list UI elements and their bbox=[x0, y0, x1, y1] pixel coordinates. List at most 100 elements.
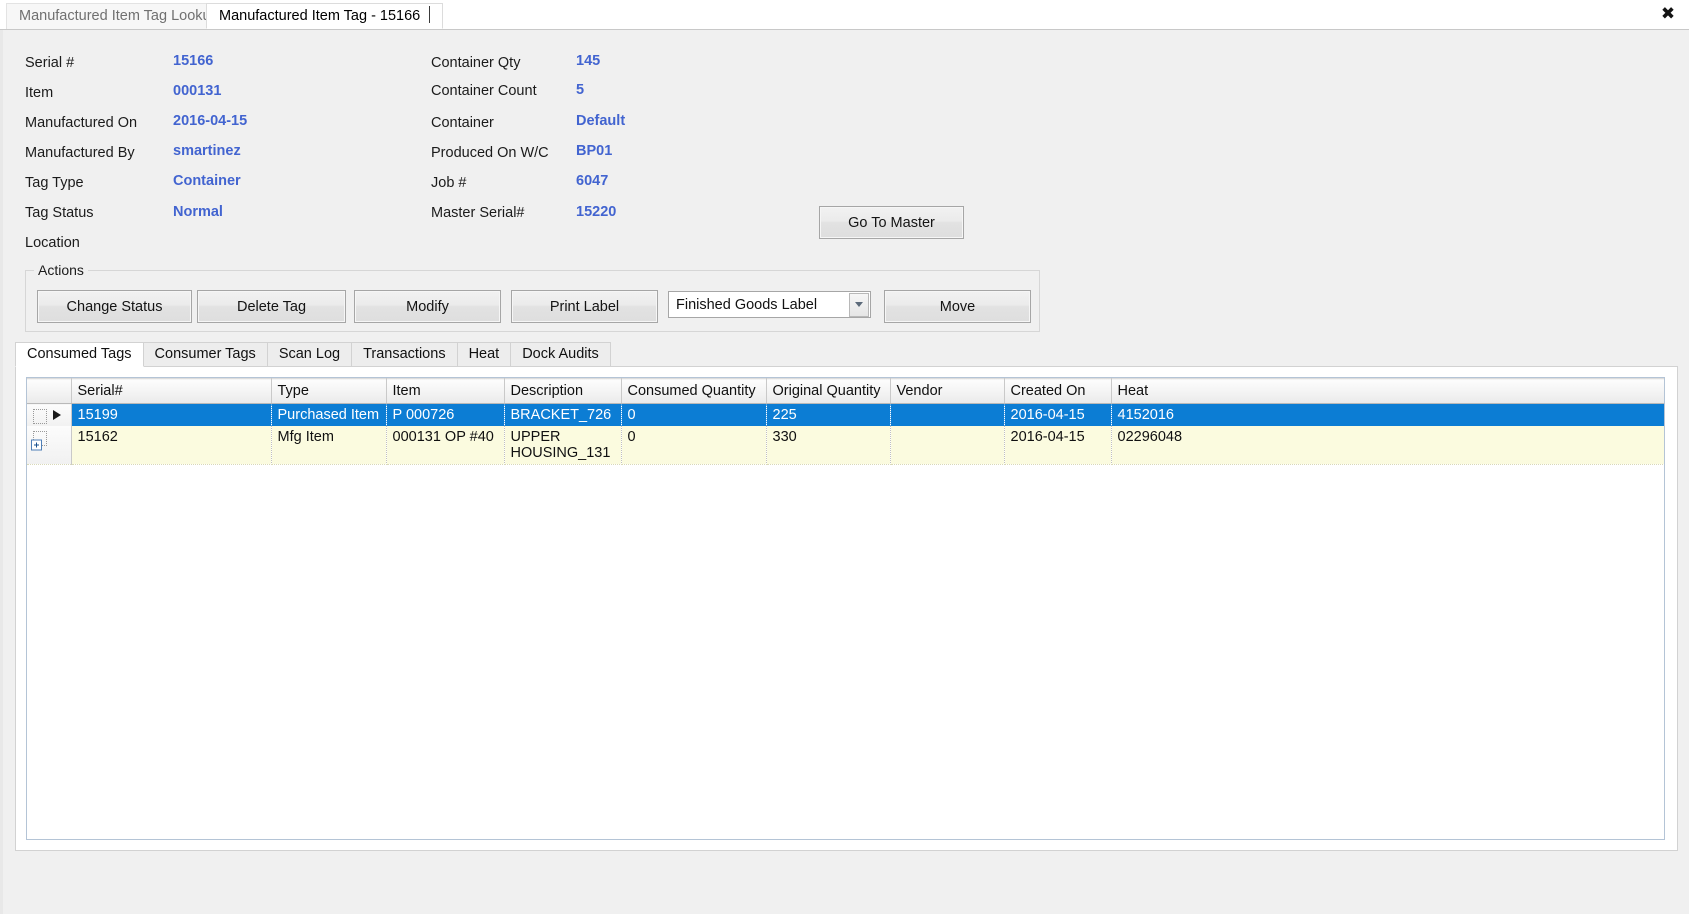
value-container: Default bbox=[576, 113, 626, 129]
row-gutter[interactable] bbox=[27, 403, 72, 426]
tab-transactions-label: Transactions bbox=[363, 346, 446, 362]
document-tab-lookup-label: Manufactured Item Tag Lookup bbox=[19, 8, 219, 24]
value-manufactured-by: smartinez bbox=[173, 143, 241, 159]
tab-dock-audits-label: Dock Audits bbox=[522, 346, 599, 362]
column-header-consumed[interactable]: Consumed Quantity bbox=[621, 378, 767, 404]
document-tabbar: Manufactured Item Tag Lookup Manufacture… bbox=[0, 0, 1689, 30]
label-item: Item bbox=[25, 85, 54, 101]
cell-heat[interactable]: 4152016 bbox=[1111, 403, 1664, 426]
cell-serial[interactable]: 15162 bbox=[71, 426, 272, 465]
document-tab-lookup[interactable]: Manufactured Item Tag Lookup bbox=[6, 3, 232, 29]
label-serial: Serial # bbox=[25, 55, 75, 71]
consumed-tags-grid[interactable]: Serial# Type Item Description Consumed Quant… bbox=[26, 377, 1665, 840]
cell-created[interactable]: 2016-04-15 bbox=[1004, 426, 1112, 465]
table-header-row: Serial# Type Item Description Consumed Quant… bbox=[27, 378, 1664, 404]
detail-tabcontrol: Consumed Tags Consumer Tags Scan Log Tra… bbox=[15, 342, 1678, 852]
delete-tag-button[interactable]: Delete Tag bbox=[197, 290, 346, 323]
print-label-button[interactable]: Print Label bbox=[511, 290, 658, 323]
value-item: 000131 bbox=[173, 83, 222, 99]
value-serial: 15166 bbox=[173, 53, 214, 69]
value-tag-type: Container bbox=[173, 173, 241, 189]
document-tab-item-tag-label: Manufactured Item Tag - 15166 bbox=[219, 8, 421, 24]
modify-button[interactable]: Modify bbox=[354, 290, 501, 323]
value-produced-on-wc: BP01 bbox=[576, 143, 613, 159]
column-header-heat[interactable]: Heat bbox=[1111, 378, 1664, 404]
label-manufactured-on: Manufactured On bbox=[25, 115, 138, 131]
tab-transactions[interactable]: Transactions bbox=[351, 342, 458, 367]
value-container-qty: 145 bbox=[576, 53, 601, 69]
tab-dock-audits[interactable]: Dock Audits bbox=[510, 342, 611, 367]
label-container: Container bbox=[431, 115, 494, 131]
table-row[interactable]: 15199 Purchased Item P 000726 BRACKET_726 0 2… bbox=[27, 403, 1664, 426]
label-type-combobox-value: Finished Goods Label bbox=[676, 297, 818, 313]
row-drag-handle-icon bbox=[33, 409, 47, 424]
chevron-down-icon[interactable] bbox=[849, 293, 869, 317]
tab-scan-log-label: Scan Log bbox=[278, 346, 341, 362]
cell-original[interactable]: 225 bbox=[766, 403, 891, 426]
column-header-original[interactable]: Original Quantity bbox=[766, 378, 891, 404]
close-icon[interactable]: ✖ bbox=[1656, 2, 1680, 26]
cell-consumed[interactable]: 0 bbox=[621, 403, 767, 426]
value-master-serial: 15220 bbox=[576, 204, 617, 220]
row-expand-plus-icon[interactable] bbox=[31, 439, 42, 451]
column-header-serial[interactable]: Serial# bbox=[71, 378, 272, 404]
text-caret bbox=[429, 6, 431, 23]
move-button[interactable]: Move bbox=[884, 290, 1031, 323]
cell-desc[interactable]: BRACKET_726 bbox=[504, 403, 622, 426]
label-job: Job # bbox=[431, 175, 467, 191]
value-container-count: 5 bbox=[576, 82, 585, 98]
actions-groupbox-title: Actions bbox=[34, 262, 88, 278]
cell-type[interactable]: Purchased Item bbox=[271, 403, 387, 426]
go-to-master-button[interactable]: Go To Master bbox=[819, 206, 964, 239]
tab-consumed-tags-label: Consumed Tags bbox=[27, 346, 132, 362]
column-header-vendor[interactable]: Vendor bbox=[890, 378, 1005, 404]
cell-consumed[interactable]: 0 bbox=[621, 426, 767, 465]
detail-tabstrip: Consumed Tags Consumer Tags Scan Log Tra… bbox=[15, 342, 1678, 367]
current-row-arrow-icon bbox=[53, 410, 61, 420]
label-tag-status: Tag Status bbox=[25, 205, 94, 221]
column-header-created[interactable]: Created On bbox=[1004, 378, 1112, 404]
label-container-qty: Container Qty bbox=[431, 55, 521, 71]
label-container-count: Container Count bbox=[431, 83, 537, 99]
label-produced-on-wc: Produced On W/C bbox=[431, 145, 549, 161]
cell-desc[interactable]: UPPER HOUSING_131 bbox=[504, 426, 622, 465]
application-window: Manufactured Item Tag Lookup Manufacture… bbox=[0, 0, 1689, 914]
cell-vendor[interactable] bbox=[890, 403, 1005, 426]
label-manufactured-by: Manufactured By bbox=[25, 145, 135, 161]
table-body: 15199 Purchased Item P 000726 BRACKET_726 0 2… bbox=[27, 403, 1664, 465]
change-status-button[interactable]: Change Status bbox=[37, 290, 192, 323]
row-gutter-header bbox=[27, 378, 72, 404]
cell-type[interactable]: Mfg Item bbox=[271, 426, 387, 465]
tab-consumer-tags[interactable]: Consumer Tags bbox=[142, 342, 268, 367]
cell-item[interactable]: 000131 OP #40 bbox=[386, 426, 505, 465]
value-manufactured-on: 2016-04-15 bbox=[173, 113, 248, 129]
table-row[interactable]: 15162 Mfg Item 000131 OP #40 UPPER HOUSING_… bbox=[27, 426, 1664, 465]
label-master-serial: Master Serial# bbox=[431, 205, 525, 221]
tab-heat-label: Heat bbox=[468, 346, 500, 362]
table-header: Serial# Type Item Description Consumed Quant… bbox=[27, 378, 1664, 404]
row-gutter[interactable] bbox=[27, 426, 72, 465]
label-location: Location bbox=[25, 235, 80, 251]
cell-heat[interactable]: 02296048 bbox=[1111, 426, 1664, 465]
consumed-tags-tabpage: Serial# Type Item Description Consumed Quant… bbox=[15, 366, 1678, 851]
tab-heat[interactable]: Heat bbox=[456, 342, 512, 367]
column-header-desc[interactable]: Description bbox=[504, 378, 622, 404]
document-tab-item-tag[interactable]: Manufactured Item Tag - 15166 bbox=[206, 3, 444, 29]
client-area: Serial # 15166 Item 000131 Manufactured … bbox=[0, 30, 1689, 914]
cell-item[interactable]: P 000726 bbox=[386, 403, 505, 426]
label-type-combobox[interactable]: Finished Goods Label bbox=[668, 291, 871, 318]
cell-vendor[interactable] bbox=[890, 426, 1005, 465]
cell-serial[interactable]: 15199 bbox=[71, 403, 272, 426]
value-job: 6047 bbox=[576, 173, 609, 189]
tab-scan-log[interactable]: Scan Log bbox=[266, 342, 353, 367]
column-header-item[interactable]: Item bbox=[386, 378, 505, 404]
tab-consumer-tags-label: Consumer Tags bbox=[154, 346, 256, 362]
value-tag-status: Normal bbox=[173, 204, 223, 220]
consumed-tags-table: Serial# Type Item Description Consumed Quant… bbox=[27, 378, 1664, 465]
close-icon-glyph: ✖ bbox=[1660, 4, 1676, 24]
tab-consumed-tags[interactable]: Consumed Tags bbox=[15, 342, 144, 367]
column-header-type[interactable]: Type bbox=[271, 378, 387, 404]
cell-created[interactable]: 2016-04-15 bbox=[1004, 403, 1112, 426]
cell-original[interactable]: 330 bbox=[766, 426, 891, 465]
label-tag-type: Tag Type bbox=[25, 175, 84, 191]
